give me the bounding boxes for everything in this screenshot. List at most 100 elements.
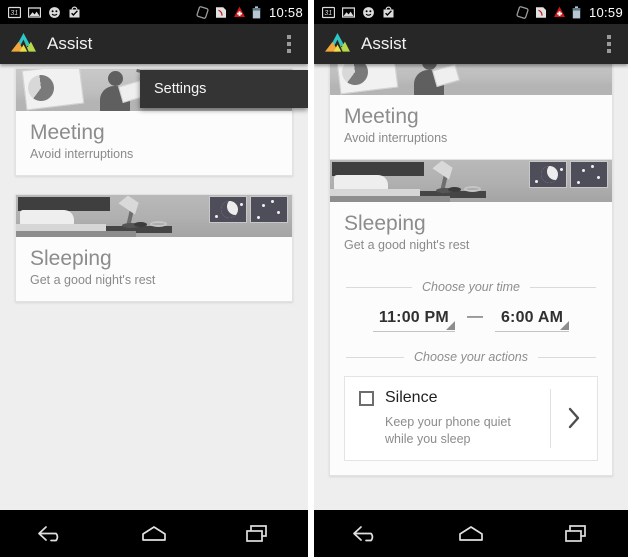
overflow-dot — [607, 35, 611, 39]
assist-triangle-logo — [11, 32, 36, 52]
hero-star — [560, 168, 563, 171]
calendar-31-icon: 31 — [322, 6, 335, 18]
swiss-cross-icon — [553, 6, 565, 17]
app-title: Assist — [47, 34, 93, 53]
hero-headboard — [18, 197, 110, 211]
mode-card-sleeping[interactable]: Sleeping Get a good night's rest — [15, 194, 293, 303]
sim-card-icon — [535, 6, 546, 18]
home-button[interactable] — [124, 514, 184, 554]
card-title: Sleeping — [30, 247, 112, 270]
section-header-actions: Choose your actions — [346, 350, 596, 364]
back-arrow-icon — [38, 525, 59, 541]
assist-triangle-logo — [325, 32, 350, 52]
overflow-dot — [607, 42, 611, 46]
end-time-value: 6:00 AM — [500, 309, 564, 327]
smiley-face-icon — [363, 6, 374, 18]
hero-star — [597, 176, 600, 179]
hero-headboard — [332, 162, 424, 176]
mode-card-meeting[interactable]: Meeting Avoid interruptions — [329, 52, 613, 161]
section-header-time: Choose your time — [346, 280, 596, 294]
settings-popup-menu[interactable]: Settings — [140, 70, 308, 108]
hero-star — [257, 216, 260, 219]
phone-screen-left: 31 10:58 Assist Settings Meeting Avoid i… — [0, 0, 314, 557]
end-time-spinner[interactable]: 6:00 AM — [494, 309, 570, 333]
overflow-dot — [287, 49, 291, 53]
overflow-menu-icon[interactable] — [276, 28, 302, 60]
card-list-right: Meeting Avoid interruptions Sleeping Get… — [314, 52, 628, 510]
navigation-bar — [0, 510, 308, 557]
home-button[interactable] — [441, 514, 501, 554]
hero-star — [277, 211, 280, 214]
overflow-dot — [287, 35, 291, 39]
action-content: Silence Keep your phone quiet while you … — [345, 377, 550, 460]
sim-card-icon — [215, 6, 226, 18]
chevron-right-icon[interactable] — [551, 377, 597, 460]
rotation-lock-icon — [196, 5, 209, 19]
section-label-time: Choose your time — [422, 280, 520, 295]
action-row-silence[interactable]: Silence Keep your phone quiet while you … — [344, 376, 598, 461]
hero-paper — [432, 64, 460, 87]
card-text: Meeting Avoid interruptions — [16, 111, 292, 176]
recents-button[interactable] — [546, 514, 606, 554]
hero-moon — [221, 201, 238, 218]
hero-star — [240, 203, 243, 206]
bedroom-night-illustration — [330, 160, 612, 202]
status-bar-clock: 10:58 — [268, 4, 303, 20]
home-icon — [459, 525, 483, 541]
recents-button[interactable] — [227, 514, 287, 554]
back-button[interactable] — [336, 514, 396, 554]
mode-card-sleeping-expanded[interactable]: Sleeping Get a good night's rest Choose … — [329, 159, 613, 476]
swiss-cross-icon — [233, 6, 245, 17]
card-subtitle: Get a good night's rest — [30, 273, 156, 288]
phone-screen-right: 31 10:59 Assist Meeting Avoid interrupti… — [314, 0, 628, 557]
hero-window-moon — [209, 196, 247, 223]
navigation-bar — [314, 510, 628, 557]
time-range-separator: — — [466, 308, 483, 326]
card-list-left: Meeting Avoid interruptions Sleeping Get… — [0, 64, 308, 510]
hero-phone-object — [448, 187, 461, 192]
overflow-dot — [287, 42, 291, 46]
back-button[interactable] — [21, 514, 81, 554]
hero-star — [215, 215, 218, 218]
status-bar-notification-icons: 31 — [8, 6, 81, 19]
hero-star — [582, 169, 585, 172]
status-bar-system-icons: 10:59 — [516, 5, 623, 20]
silence-checkbox[interactable] — [359, 390, 374, 406]
card-title: Meeting — [344, 105, 419, 128]
menu-item-settings[interactable]: Settings — [154, 81, 206, 97]
status-bar: 31 — [0, 0, 308, 24]
start-time-spinner[interactable]: 11:00 PM — [372, 309, 456, 333]
action-description: Keep your phone quiet while you sleep — [385, 415, 511, 446]
card-text: Sleeping Get a good night's rest — [330, 202, 612, 267]
hero-person-head — [108, 71, 123, 86]
photo-icon — [28, 6, 41, 18]
overflow-dot — [607, 49, 611, 53]
hero-star — [535, 180, 538, 183]
recent-apps-icon — [245, 524, 267, 542]
chevron-right-glyph — [568, 408, 580, 429]
hero-phone-object — [134, 222, 147, 227]
hero-star — [591, 165, 594, 168]
hero-window-stars — [570, 161, 608, 188]
checklist-bag-icon — [69, 6, 80, 17]
card-text: Sleeping Get a good night's rest — [16, 237, 292, 302]
status-bar-clock: 10:59 — [588, 4, 623, 20]
app-title: Assist — [361, 34, 407, 53]
card-subtitle: Get a good night's rest — [344, 238, 470, 253]
hero-bowl-object — [150, 221, 167, 227]
bedroom-night-illustration — [16, 195, 292, 237]
card-title: Sleeping — [344, 212, 426, 235]
rotation-lock-icon — [516, 5, 529, 19]
hero-moon — [541, 166, 558, 183]
status-bar: 31 — [314, 0, 628, 24]
action-header: Silence — [359, 389, 540, 407]
overflow-menu-icon[interactable] — [596, 28, 622, 60]
hero-window-moon — [529, 161, 567, 188]
hero-window-stars — [250, 196, 288, 223]
action-bar: Assist — [314, 24, 628, 64]
card-subtitle: Avoid interruptions — [344, 131, 448, 146]
svg-text:31: 31 — [324, 10, 332, 17]
home-icon — [142, 525, 166, 541]
smiley-face-icon — [49, 6, 60, 18]
hero-bed-shadow — [330, 196, 450, 202]
